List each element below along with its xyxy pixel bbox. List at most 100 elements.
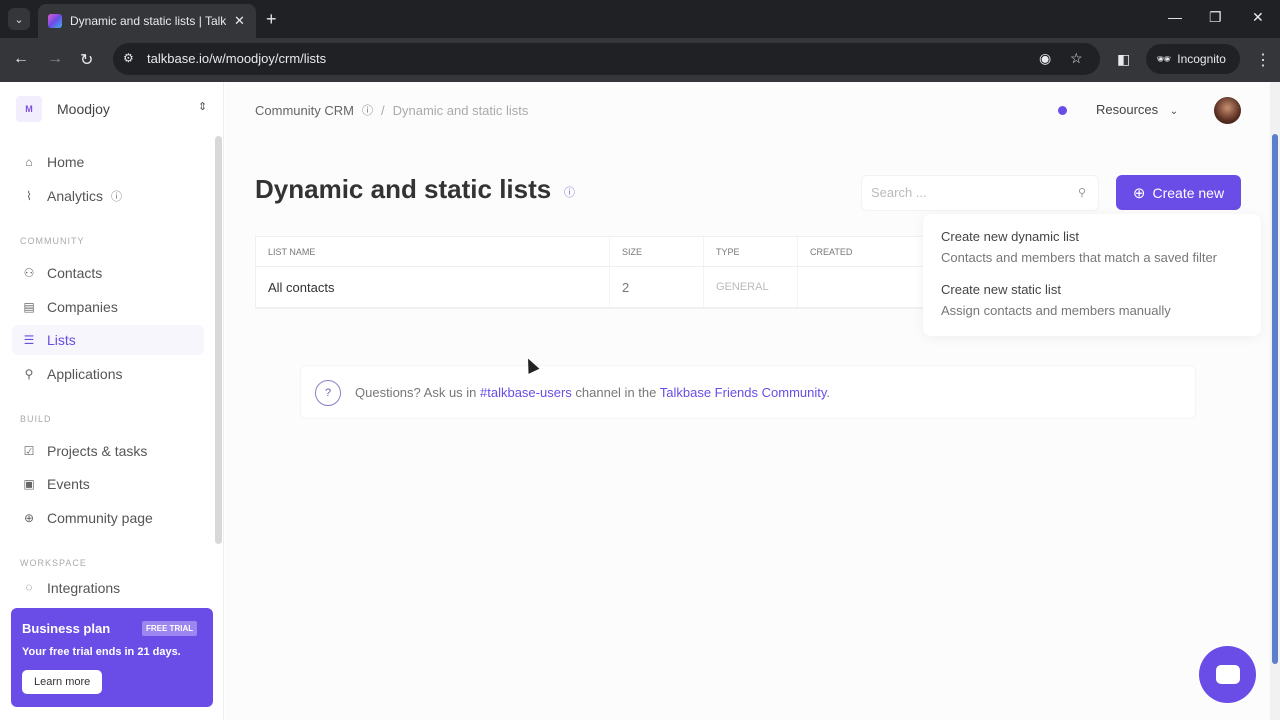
search-field[interactable]: ⚲	[861, 175, 1099, 211]
address-bar[interactable]: ⚙ talkbase.io/w/moodjoy/crm/lists ◉ ☆	[113, 43, 1100, 75]
section-title-community: COMMUNITY	[20, 236, 85, 246]
sidebar-item-label: Community page	[47, 510, 153, 526]
sidebar-item-contacts[interactable]: ⚇ Contacts	[12, 258, 204, 288]
url-text[interactable]: talkbase.io/w/moodjoy/crm/lists	[147, 51, 326, 66]
site-settings-icon[interactable]: ⚙	[123, 51, 139, 67]
chevron-down-icon: ⌄	[1169, 106, 1179, 117]
menu-item-title: Create new static list	[941, 282, 1061, 297]
search-input[interactable]	[871, 185, 1061, 200]
sidebar-item-label: Applications	[47, 366, 123, 382]
star-icon[interactable]: ☆	[1070, 50, 1083, 67]
user-avatar[interactable]	[1214, 97, 1241, 124]
calendar-icon: ▣	[23, 477, 35, 491]
info-icon[interactable]: ⓘ	[564, 184, 575, 200]
workspace-badge: M	[16, 96, 42, 122]
learn-more-button[interactable]: Learn more	[22, 670, 103, 694]
sidebar-item-label: Home	[47, 154, 85, 170]
sidebar-item-home[interactable]: ⌂ Home	[12, 147, 204, 177]
sidebar-item-integrations[interactable]: ◌ Integrations	[12, 580, 204, 598]
back-icon[interactable]: ←	[13, 50, 29, 68]
building-icon: ▤	[23, 300, 35, 314]
type-cell: GENERAL	[704, 267, 798, 307]
chat-launcher-button[interactable]	[1199, 646, 1256, 703]
column-header-list-name[interactable]: LIST NAME	[256, 237, 610, 266]
reload-icon[interactable]: ↻	[80, 50, 93, 70]
section-title-workspace: WORKSPACE	[20, 558, 87, 568]
sidebar-item-label: Companies	[47, 299, 118, 315]
minimize-icon[interactable]: —	[1168, 9, 1182, 25]
side-panel-icon[interactable]: ◧	[1117, 51, 1130, 68]
sidebar: M Moodjoy ⇕ ⌂ Home ⌇ Analytics ⓘ COMMUNI…	[0, 82, 224, 720]
incognito-label: Incognito	[1177, 52, 1226, 66]
sidebar-item-label: Analytics	[47, 188, 104, 204]
tab-search-button[interactable]: ⌄	[8, 8, 30, 30]
table-row[interactable]: All contacts 2 GENERAL	[256, 267, 954, 308]
forward-icon[interactable]: →	[47, 50, 63, 68]
menu-item-dynamic-list[interactable]: Create new dynamic list Contacts and mem…	[941, 229, 1217, 265]
users-icon: ⚇	[23, 266, 35, 280]
column-header-size[interactable]: SIZE	[610, 237, 704, 266]
chevron-up-down-icon[interactable]: ⇕	[198, 100, 207, 113]
sidebar-item-projects[interactable]: ☑ Projects & tasks	[12, 436, 204, 466]
plus-circle-icon: ⊕	[1132, 184, 1146, 202]
sidebar-item-label: Projects & tasks	[47, 443, 148, 459]
search-icon[interactable]: ⚲	[1078, 186, 1086, 199]
sidebar-item-analytics[interactable]: ⌇ Analytics ⓘ	[12, 181, 204, 211]
resources-dropdown[interactable]: Resources ⌄	[1096, 102, 1178, 117]
home-icon: ⌂	[25, 155, 33, 169]
browser-tab-strip: ⌄ Dynamic and static lists | Talkbase ✕ …	[0, 0, 1280, 38]
workspace-switcher[interactable]: M Moodjoy	[16, 96, 110, 122]
community-link[interactable]: Talkbase Friends Community	[660, 385, 827, 400]
create-new-button[interactable]: ⊕ Create new	[1116, 175, 1241, 210]
sidebar-scrollbar[interactable]	[215, 136, 222, 544]
globe-icon: ⊕	[23, 511, 35, 525]
page-title: Dynamic and static lists	[255, 174, 552, 204]
restore-icon[interactable]: ❐	[1209, 9, 1222, 26]
list-name-cell[interactable]: All contacts	[256, 267, 610, 307]
business-plan-card: Business plan FREE TRIAL Your free trial…	[11, 608, 213, 707]
menu-item-description: Assign contacts and members manually	[941, 303, 1171, 318]
close-window-icon[interactable]: ✕	[1252, 9, 1264, 26]
resources-label: Resources	[1096, 102, 1159, 117]
help-prefix: Questions? Ask us in	[355, 385, 481, 400]
free-trial-badge: FREE TRIAL	[142, 621, 198, 636]
breadcrumb-community-crm[interactable]: Community CRM	[255, 103, 354, 118]
browser-toolbar: ← → ↻ ⚙ talkbase.io/w/moodjoy/crm/lists …	[0, 38, 1280, 82]
eye-off-icon[interactable]: ◉	[1039, 50, 1051, 67]
close-tab-icon[interactable]: ✕	[234, 13, 245, 29]
question-icon: ?	[315, 380, 341, 406]
create-new-menu: Create new dynamic list Contacts and mem…	[923, 214, 1261, 336]
user-plus-icon: ⚲	[24, 367, 34, 381]
browser-tab[interactable]: Dynamic and static lists | Talkbase ✕	[38, 4, 256, 38]
scrollbar-thumb[interactable]	[1272, 134, 1278, 664]
sidebar-item-label: Integrations	[47, 580, 121, 596]
breadcrumb-current: Dynamic and static lists	[392, 102, 529, 118]
sidebar-item-community-page[interactable]: ⊕ Community page	[12, 503, 204, 533]
list-icon: ☰	[23, 333, 35, 347]
menu-item-static-list[interactable]: Create new static list Assign contacts a…	[941, 282, 1171, 318]
sidebar-item-label: Lists	[47, 332, 76, 348]
section-title-build: BUILD	[20, 414, 52, 424]
integrations-icon: ◌	[25, 580, 33, 594]
sidebar-item-events[interactable]: ▣ Events	[12, 469, 204, 499]
lists-table: LIST NAME SIZE TYPE CREATED All contacts…	[255, 236, 955, 309]
sidebar-item-label: Contacts	[47, 265, 103, 281]
menu-item-description: Contacts and members that match a saved …	[941, 250, 1218, 265]
create-new-label: Create new	[1152, 184, 1225, 201]
sidebar-item-applications[interactable]: ⚲ Applications	[12, 359, 204, 389]
help-banner: ? Questions? Ask us in #talkbase-users c…	[300, 365, 1196, 419]
channel-link[interactable]: #talkbase-users	[480, 385, 572, 400]
incognito-indicator[interactable]: 🕶 Incognito	[1146, 44, 1240, 74]
new-tab-button[interactable]: +	[266, 9, 277, 30]
sidebar-item-lists[interactable]: ☰ Lists	[12, 325, 204, 355]
info-icon[interactable]: ⓘ	[111, 188, 122, 204]
sidebar-item-companies[interactable]: ▤ Companies	[12, 292, 204, 322]
workspace-name: Moodjoy	[57, 101, 110, 117]
column-header-type[interactable]: TYPE	[704, 237, 798, 266]
info-icon[interactable]: ⓘ	[362, 102, 373, 118]
status-dot	[1058, 106, 1067, 115]
more-menu-icon[interactable]: ⋮	[1255, 50, 1271, 70]
menu-item-title: Create new dynamic list	[941, 229, 1079, 244]
main-content: Community CRM ⓘ / Dynamic and static lis…	[225, 82, 1270, 720]
page-scrollbar[interactable]	[1270, 82, 1280, 720]
